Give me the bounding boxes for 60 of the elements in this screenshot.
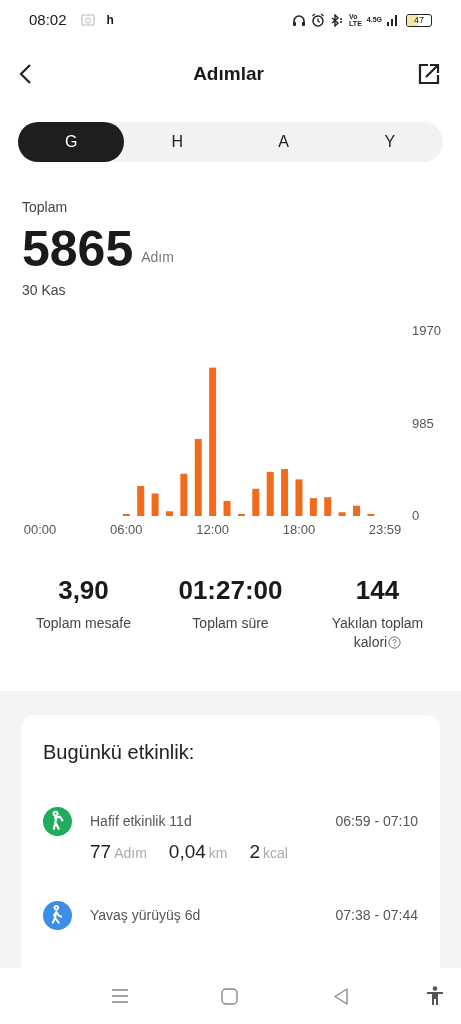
period-tab[interactable]: A	[230, 122, 337, 162]
x-axis-label: 06:00	[109, 523, 144, 536]
chart-bar	[180, 473, 188, 516]
chart-bar	[338, 512, 346, 516]
stat-value: 01:27:00	[178, 574, 283, 607]
activity-stat-unit: Adım	[114, 844, 147, 863]
stat-value: 3,90	[58, 574, 109, 607]
menu-button[interactable]	[111, 988, 129, 1004]
y-axis-label: 0	[412, 509, 420, 522]
activity-name: Hafif etkinlik 11d	[90, 812, 192, 831]
total-label: Toplam	[22, 198, 69, 217]
stat-label: Toplam mesafe	[35, 614, 132, 633]
accessibility-button[interactable]	[426, 986, 444, 1006]
period-tab[interactable]: Y	[336, 122, 443, 162]
activity-stat-value: 2	[249, 840, 261, 864]
home-button[interactable]	[221, 987, 238, 1005]
chart-bar	[223, 501, 231, 516]
stat-label: Yakılan toplam kalori	[330, 614, 425, 652]
y-axis-label: 985	[412, 416, 434, 430]
chart-bar	[137, 485, 145, 516]
stat-value: 144	[355, 574, 400, 607]
alarm-icon	[311, 13, 326, 27]
activity-stat-value: 77	[90, 840, 112, 864]
activity-time: 07:38 - 07:44	[335, 905, 418, 925]
chart-bar	[266, 471, 274, 516]
activity-name: Yavaş yürüyüş 6d	[90, 905, 201, 925]
x-axis-label: 18:00	[281, 523, 317, 536]
steps-unit: Adım	[141, 248, 174, 267]
back-nav-button[interactable]	[333, 987, 349, 1005]
date-label: 30 Kas	[22, 281, 67, 300]
activity-time: 06:59 - 07:10	[335, 812, 418, 831]
stat-label: Toplam süre	[191, 614, 270, 633]
activity-stat-value: 0,04	[168, 840, 206, 864]
chart-bar	[166, 511, 173, 516]
total-steps-value: 5865	[22, 222, 134, 276]
chart-bar	[324, 497, 332, 516]
info-icon[interactable]	[388, 636, 402, 649]
chart-bar	[309, 498, 317, 516]
activity-title: Bugünkü etkinlik:	[43, 740, 196, 765]
activity-stat-unit: kcal	[263, 844, 288, 863]
period-tab[interactable]: H	[124, 122, 231, 162]
battery-level-text: 47	[414, 15, 424, 25]
activity-stat-unit: km	[208, 844, 228, 863]
chart-bar	[295, 479, 303, 516]
page-title: Adımlar	[192, 61, 265, 86]
y-axis-label: 1970	[412, 324, 441, 337]
chart-bar	[353, 505, 360, 516]
notification-text: h	[106, 12, 114, 29]
bluetooth-icon	[330, 13, 345, 27]
signal-icon	[387, 14, 397, 26]
x-axis-label: 00:00	[22, 523, 58, 536]
chart-bar	[281, 469, 289, 516]
x-axis-label: 12:00	[195, 523, 230, 536]
headphones-icon	[292, 13, 307, 27]
gallery-icon	[80, 14, 95, 26]
status-time: 08:02	[29, 9, 67, 30]
period-tab[interactable]: G	[18, 122, 125, 162]
x-axis-label: 23:59	[367, 523, 403, 536]
chart-bar	[252, 488, 260, 516]
chart-bar	[151, 493, 159, 516]
